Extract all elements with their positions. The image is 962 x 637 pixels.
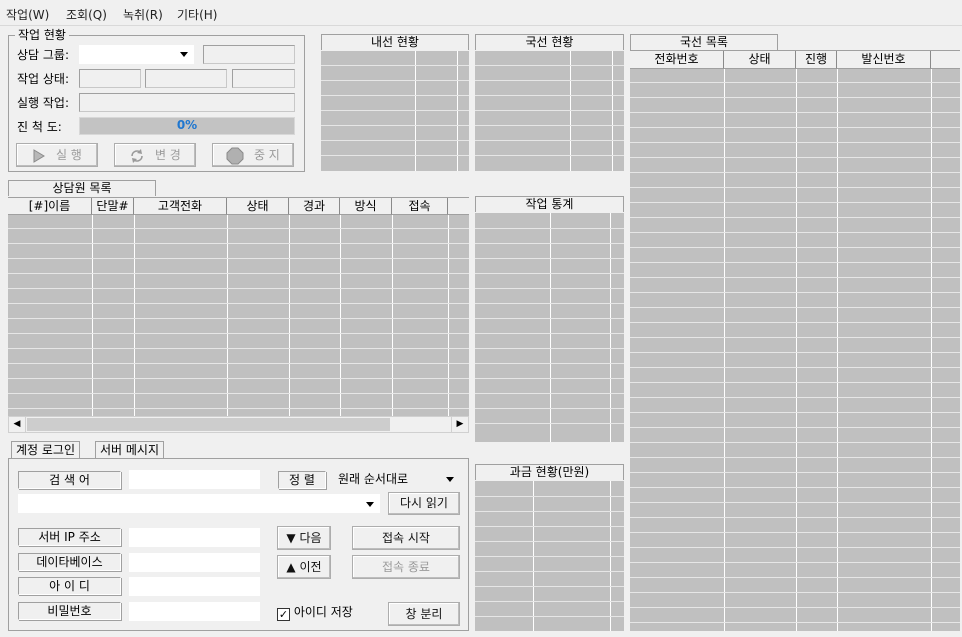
triangle-up-icon: ▲ bbox=[286, 560, 296, 574]
state-label: 작업 상태: bbox=[17, 72, 70, 86]
group-label: 상담 그룹: bbox=[17, 48, 70, 62]
password-input[interactable] bbox=[129, 602, 260, 621]
triangle-down-icon: ▼ bbox=[286, 531, 296, 545]
refresh-icon bbox=[131, 148, 143, 163]
trunk-list-caption: 국선 목록 bbox=[630, 34, 778, 50]
chevron-down-icon bbox=[180, 52, 188, 57]
scroll-thumb[interactable] bbox=[27, 418, 390, 431]
scroll-right-icon[interactable]: ▶ bbox=[451, 417, 468, 432]
work-stats-grid bbox=[475, 213, 624, 442]
scroll-left-icon[interactable]: ◀ bbox=[9, 417, 26, 432]
change-button[interactable]: 변 경 bbox=[114, 143, 196, 167]
col-progress[interactable]: 진행 bbox=[796, 51, 837, 69]
reload-button[interactable]: 다시 읽기 bbox=[388, 492, 460, 515]
connect-button[interactable]: 접속 시작 bbox=[352, 526, 460, 550]
database-input[interactable] bbox=[129, 553, 260, 572]
group-select[interactable] bbox=[79, 45, 194, 64]
sort-select[interactable]: 원래 순서대로 bbox=[334, 469, 459, 489]
menu-record[interactable]: 녹취(R) bbox=[123, 6, 163, 23]
agent-list-hscrollbar[interactable]: ◀ ▶ bbox=[8, 416, 469, 433]
menu-work[interactable]: 작업(W) bbox=[6, 6, 49, 23]
sort-label: 정 렬 bbox=[278, 471, 326, 489]
trunk-list-grid bbox=[630, 69, 960, 631]
col-connection[interactable]: 접속 bbox=[392, 198, 448, 215]
run-button[interactable]: 실 행 bbox=[16, 143, 98, 167]
prev-button[interactable]: ▲ 이전 bbox=[277, 555, 331, 579]
menu-query[interactable]: 조회(Q) bbox=[66, 6, 107, 23]
progress-text: 0% bbox=[176, 118, 198, 132]
checkbox-check-icon: ✓ bbox=[277, 608, 290, 621]
chevron-down-icon bbox=[446, 477, 454, 482]
col-caller-id[interactable]: 발신번호 bbox=[837, 51, 931, 69]
id-input[interactable] bbox=[129, 577, 260, 596]
agent-list-grid bbox=[8, 215, 469, 416]
col-elapsed[interactable]: 경과 bbox=[289, 198, 340, 215]
next-button[interactable]: ▼ 다음 bbox=[277, 526, 331, 550]
exec-label: 실행 작업: bbox=[17, 96, 70, 110]
chevron-down-icon bbox=[366, 502, 374, 507]
server-combo[interactable] bbox=[18, 494, 380, 513]
disconnect-button[interactable]: 접속 종료 bbox=[352, 555, 460, 579]
menu-etc[interactable]: 기타(H) bbox=[177, 6, 217, 23]
col-method[interactable]: 방식 bbox=[340, 198, 392, 215]
col-phone[interactable]: 전화번호 bbox=[630, 51, 724, 69]
trunk-grid bbox=[475, 51, 624, 171]
billing-grid bbox=[475, 481, 624, 631]
id-label: 아 이 디 bbox=[18, 577, 121, 595]
col-agent-status[interactable]: 상태 bbox=[227, 198, 289, 215]
progress-label: 진 척 도: bbox=[17, 120, 62, 134]
col-status[interactable]: 상태 bbox=[724, 51, 796, 69]
trunk-caption: 국선 현황 bbox=[475, 34, 624, 50]
trunk-list-header: 전화번호 상태 진행 발신번호 bbox=[630, 50, 960, 69]
work-status-title: 작업 현황 bbox=[15, 28, 69, 42]
play-icon bbox=[33, 148, 46, 163]
menu-bar: 작업(W) 조회(Q) 녹취(R) 기타(H) bbox=[0, 0, 962, 26]
tab-server-message[interactable]: 서버 메시지 bbox=[95, 441, 165, 458]
col-customer-phone[interactable]: 고객전화 bbox=[134, 198, 227, 215]
group-extra-field bbox=[203, 45, 295, 64]
exec-field bbox=[79, 93, 295, 112]
agent-list-header: [#]이름 단말# 고객전화 상태 경과 방식 접속 bbox=[8, 197, 469, 215]
inbound-caption: 내선 현황 bbox=[321, 34, 469, 50]
inbound-grid bbox=[321, 51, 469, 171]
stop-icon bbox=[226, 147, 244, 164]
state-field-1 bbox=[79, 69, 141, 88]
stop-button[interactable]: 중 지 bbox=[212, 143, 294, 167]
progress-bar: 0% bbox=[79, 117, 295, 135]
search-input[interactable] bbox=[129, 470, 260, 489]
col-terminal[interactable]: 단말# bbox=[92, 198, 134, 215]
col-name[interactable]: [#]이름 bbox=[8, 198, 92, 215]
search-label: 검 색 어 bbox=[18, 471, 121, 489]
password-label: 비밀번호 bbox=[18, 602, 121, 620]
agent-list-caption: 상담원 목록 bbox=[8, 180, 156, 196]
work-stats-caption: 작업 통계 bbox=[475, 196, 624, 212]
save-id-checkbox[interactable]: ✓ 아이디 저장 bbox=[277, 604, 353, 621]
server-ip-label: 서버 IP 주소 bbox=[18, 528, 121, 546]
database-label: 데이타베이스 bbox=[18, 553, 121, 571]
server-ip-input[interactable] bbox=[129, 528, 260, 547]
tab-account-login[interactable]: 계정 로그인 bbox=[11, 441, 81, 458]
billing-caption: 과금 현황(만원) bbox=[475, 464, 624, 480]
state-field-3 bbox=[232, 69, 295, 88]
detach-button[interactable]: 창 분리 bbox=[388, 602, 460, 626]
state-field-2 bbox=[145, 69, 227, 88]
